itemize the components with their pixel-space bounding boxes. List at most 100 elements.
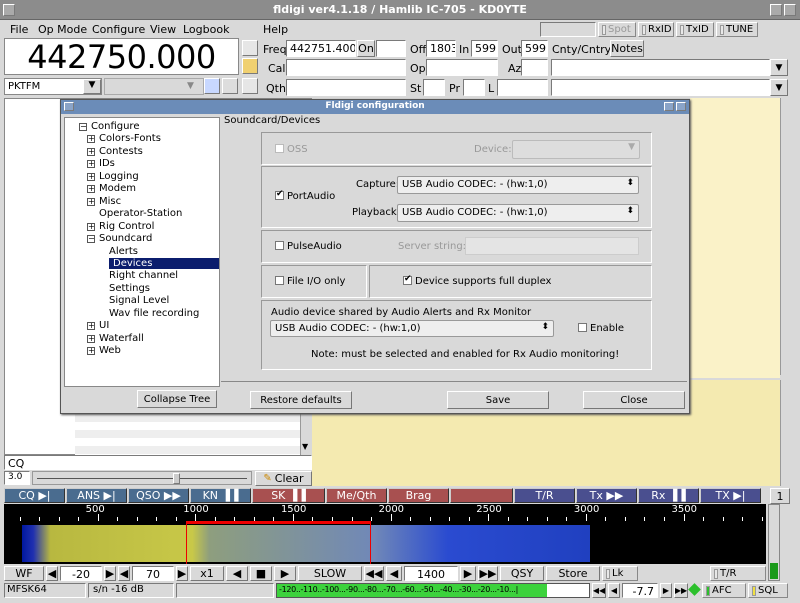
menu-view[interactable]: View bbox=[150, 23, 176, 36]
tree-item-misc[interactable]: + Misc bbox=[87, 196, 121, 207]
macro-page-button[interactable]: 1 bbox=[770, 488, 790, 504]
tree-item-ui[interactable]: + UI bbox=[87, 320, 109, 331]
tune-toggle[interactable]: TUNE bbox=[716, 22, 758, 37]
tree-item-colors-fonts[interactable]: + Colors-Fonts bbox=[87, 133, 161, 144]
meter-down-button[interactable]: ◀ bbox=[608, 583, 620, 598]
off-field[interactable]: 1803 bbox=[426, 40, 456, 57]
carrier-freq-field[interactable]: 1400 bbox=[404, 566, 458, 581]
meter-up-fast-button[interactable]: ▶▶ bbox=[674, 583, 688, 598]
lock-toggle[interactable]: Lk bbox=[602, 566, 638, 581]
expand-icon[interactable]: + bbox=[87, 222, 95, 231]
zoom-button[interactable]: x1 bbox=[190, 566, 224, 581]
rx-scrollbar[interactable]: ▼ bbox=[300, 414, 312, 456]
pr-field[interactable] bbox=[463, 79, 485, 96]
collapse-tree-button[interactable]: Collapse Tree bbox=[137, 390, 217, 408]
freq-fast-up-button[interactable]: ▶▶ bbox=[478, 566, 498, 581]
spot-toggle[interactable]: Spot bbox=[598, 22, 636, 37]
close-button[interactable]: Close bbox=[583, 391, 685, 409]
save-log-icon[interactable] bbox=[242, 78, 258, 94]
expand-icon[interactable]: + bbox=[87, 172, 95, 181]
notes-dropdown-icon[interactable]: ▼ bbox=[770, 79, 788, 96]
tree-item-ids[interactable]: + IDs bbox=[87, 158, 115, 169]
meter-down-fast-button[interactable]: ◀◀ bbox=[592, 583, 606, 598]
squelch-slider[interactable] bbox=[32, 471, 252, 485]
speed-button[interactable]: SLOW bbox=[298, 566, 362, 581]
portaudio-checkbox[interactable]: PortAudio bbox=[275, 189, 335, 202]
macro-button-8[interactable] bbox=[450, 488, 513, 503]
wf-mode-button[interactable]: WF bbox=[4, 566, 44, 581]
zoom-right-button[interactable]: ▶ bbox=[274, 566, 296, 581]
expand-icon[interactable]: + bbox=[87, 147, 95, 156]
tree-item-devices[interactable]: Devices bbox=[109, 257, 219, 269]
menu-configure[interactable]: Configure bbox=[92, 23, 145, 36]
bandwidth-select[interactable]: ▼ bbox=[104, 78, 204, 95]
collapse-icon[interactable]: − bbox=[79, 123, 87, 131]
hi-inc-button[interactable]: ▶ bbox=[176, 566, 188, 581]
macro-button-1[interactable]: CQ ▶| bbox=[4, 488, 65, 503]
zoom-center-button[interactable]: ■ bbox=[250, 566, 272, 581]
signal-cursor[interactable] bbox=[186, 521, 370, 524]
pulseaudio-checkbox[interactable]: PulseAudio bbox=[275, 241, 342, 252]
wf-hi-field[interactable]: 70 bbox=[132, 566, 174, 581]
macro-button-10[interactable]: Tx ▶▶ bbox=[576, 488, 637, 503]
notes-field[interactable] bbox=[551, 79, 770, 96]
macro-button-7[interactable]: Brag bbox=[388, 488, 449, 503]
menu-opmode[interactable]: Op Mode bbox=[38, 23, 87, 36]
server-string-field[interactable] bbox=[465, 237, 639, 255]
menu-help[interactable]: Help bbox=[263, 23, 288, 36]
tree-item-logging[interactable]: + Logging bbox=[87, 171, 139, 182]
bandwidth-dropdown-icon[interactable]: ▼ bbox=[187, 81, 194, 91]
tree-item-signal-level[interactable]: Signal Level bbox=[109, 295, 169, 306]
menu-logbook[interactable]: Logbook bbox=[183, 23, 229, 36]
tree-item-operator-station[interactable]: Operator-Station bbox=[99, 208, 182, 219]
fileio-checkbox[interactable]: File I/O only bbox=[275, 276, 345, 287]
macro-button-6[interactable]: Me/Qth bbox=[326, 488, 387, 503]
clear-button[interactable]: ✎ Clear bbox=[255, 471, 312, 486]
frequency-scale[interactable]: 500 1000 1500 2000 2500 3000 3500 bbox=[4, 504, 766, 521]
full-duplex-checkbox[interactable]: Device supports full duplex bbox=[403, 274, 551, 287]
menu-file[interactable]: File bbox=[10, 23, 28, 36]
expand-icon[interactable]: + bbox=[87, 347, 95, 356]
freq-field[interactable]: 442751.400 bbox=[286, 40, 356, 57]
macro-button-4[interactable]: KN ▐▐ bbox=[190, 488, 251, 503]
tree-item-configure[interactable]: − Configure bbox=[79, 121, 139, 132]
tree-item-modem[interactable]: + Modem bbox=[87, 183, 136, 194]
dialog-maximize-icon[interactable] bbox=[676, 102, 686, 111]
macro-button-3[interactable]: QSO ▶▶ bbox=[128, 488, 189, 503]
collapse-icon[interactable]: − bbox=[87, 235, 95, 244]
maximize-icon[interactable] bbox=[784, 4, 796, 16]
meter-value[interactable]: -7.7 bbox=[622, 583, 658, 598]
notes-button[interactable]: Notes bbox=[610, 40, 644, 57]
mode-dropdown-icon[interactable]: ▼ bbox=[83, 79, 101, 94]
in-field[interactable]: 599 bbox=[471, 40, 498, 57]
refresh-icon[interactable] bbox=[204, 78, 220, 94]
tree-item-soundcard[interactable]: − Soundcard bbox=[87, 233, 152, 244]
qsy-button[interactable]: QSY bbox=[500, 566, 544, 581]
device-select[interactable]: ▼ bbox=[512, 140, 640, 159]
dialog-title-bar[interactable]: Fldigi configuration bbox=[61, 100, 689, 114]
freq-up-button[interactable]: ▶ bbox=[460, 566, 476, 581]
sql-toggle[interactable]: SQL bbox=[748, 583, 788, 598]
expand-icon[interactable]: + bbox=[87, 197, 95, 206]
st-field[interactable] bbox=[423, 79, 445, 96]
clear-log-icon[interactable] bbox=[242, 58, 258, 74]
shared-device-select[interactable]: USB Audio CODEC: - (hw:1,0) ⬍ bbox=[270, 320, 554, 337]
squelch-slider-thumb[interactable] bbox=[173, 473, 180, 484]
country-dropdown-icon[interactable]: ▼ bbox=[770, 59, 788, 76]
capture-select[interactable]: USB Audio CODEC: - (hw:1,0) ⬍ bbox=[397, 176, 639, 194]
expand-icon[interactable]: + bbox=[87, 185, 95, 194]
call-field[interactable] bbox=[286, 59, 406, 76]
mode-select[interactable]: PKTFM ▼ bbox=[4, 78, 102, 95]
store-button[interactable]: Store bbox=[546, 566, 600, 581]
tx-scrollbar[interactable] bbox=[780, 380, 792, 486]
expand-icon[interactable]: + bbox=[87, 334, 95, 343]
rx-input-field[interactable]: CQ bbox=[4, 455, 312, 470]
expand-icon[interactable]: + bbox=[87, 135, 95, 144]
locator-field[interactable] bbox=[497, 79, 548, 96]
rxid-toggle[interactable]: RxID bbox=[638, 22, 674, 37]
freq-down-button[interactable]: ◀ bbox=[386, 566, 402, 581]
minimize-icon[interactable] bbox=[770, 4, 782, 16]
rig-list-icon[interactable] bbox=[222, 78, 238, 94]
meter-up-button[interactable]: ▶ bbox=[660, 583, 672, 598]
tree-item-contests[interactable]: + Contests bbox=[87, 146, 143, 157]
